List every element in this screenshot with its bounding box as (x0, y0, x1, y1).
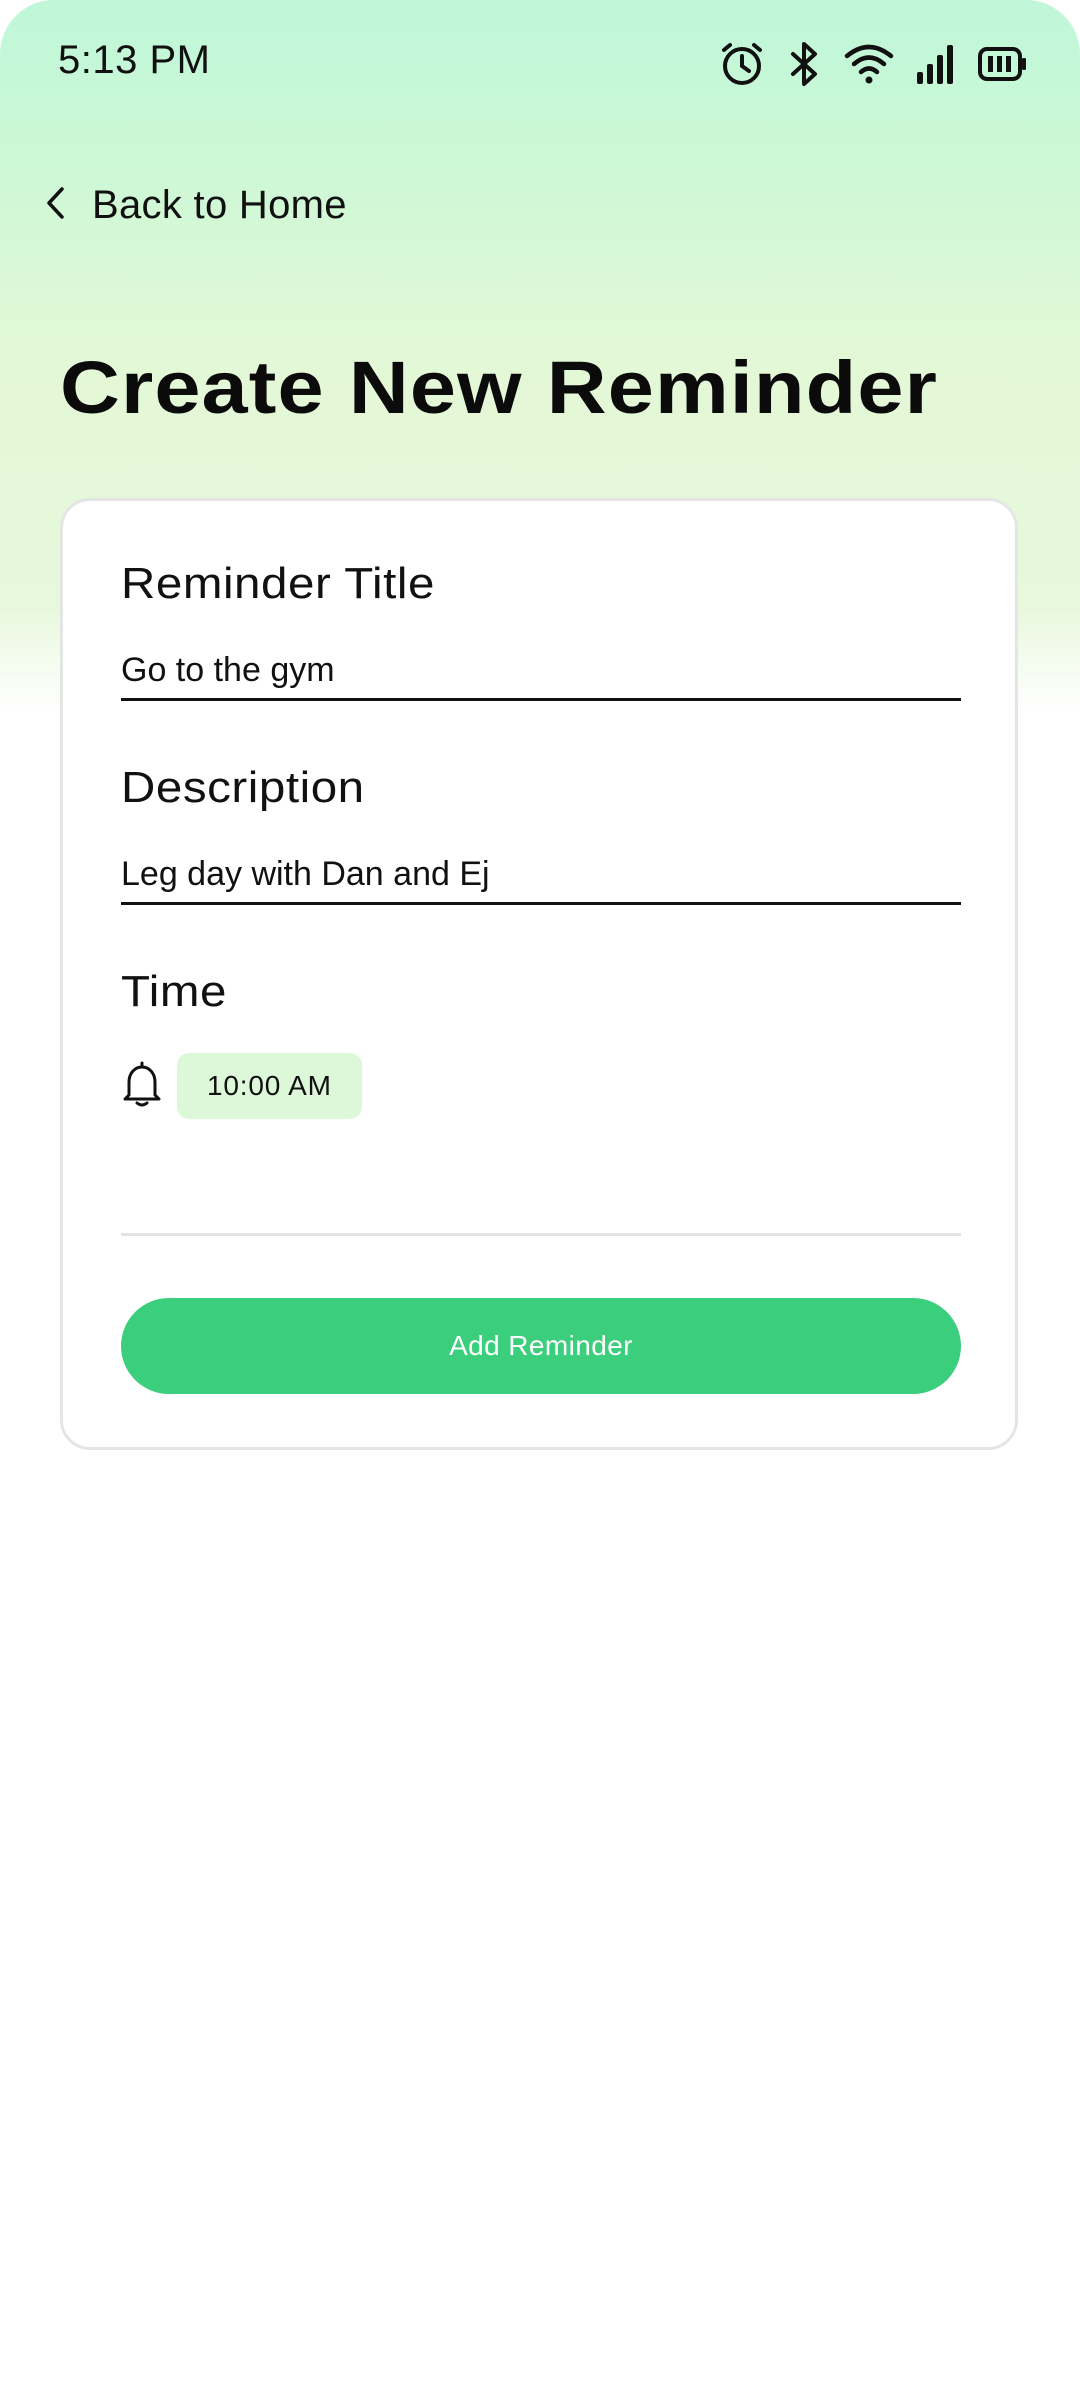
form-divider (121, 1233, 961, 1236)
page-title: Create New Reminder (60, 346, 939, 429)
signal-icon (916, 42, 956, 86)
back-to-home-label: Back to Home (92, 182, 347, 227)
battery-icon (978, 46, 1028, 82)
status-bar: 5:13 PM (0, 0, 1080, 130)
chevron-left-icon (46, 186, 66, 225)
bell-icon (121, 1061, 163, 1112)
wifi-icon (844, 42, 894, 86)
time-label: Time (121, 967, 228, 1016)
reminder-title-input[interactable] (121, 643, 961, 701)
back-to-home-link[interactable]: Back to Home (46, 170, 347, 240)
time-picker-chip[interactable]: 10:00 AM (177, 1053, 362, 1119)
reminder-title-label: Reminder Title (121, 559, 435, 608)
reminder-form-card: Reminder Title Description Time 10:00 AM… (60, 498, 1018, 1450)
description-label: Description (121, 763, 365, 812)
status-time: 5:13 PM (58, 38, 211, 82)
bluetooth-icon (788, 40, 822, 88)
alarm-icon (718, 40, 766, 88)
status-icons (718, 38, 1028, 90)
time-row: 10:00 AM (121, 1053, 362, 1119)
description-input[interactable] (121, 847, 961, 905)
add-reminder-button[interactable]: Add Reminder (121, 1298, 961, 1394)
